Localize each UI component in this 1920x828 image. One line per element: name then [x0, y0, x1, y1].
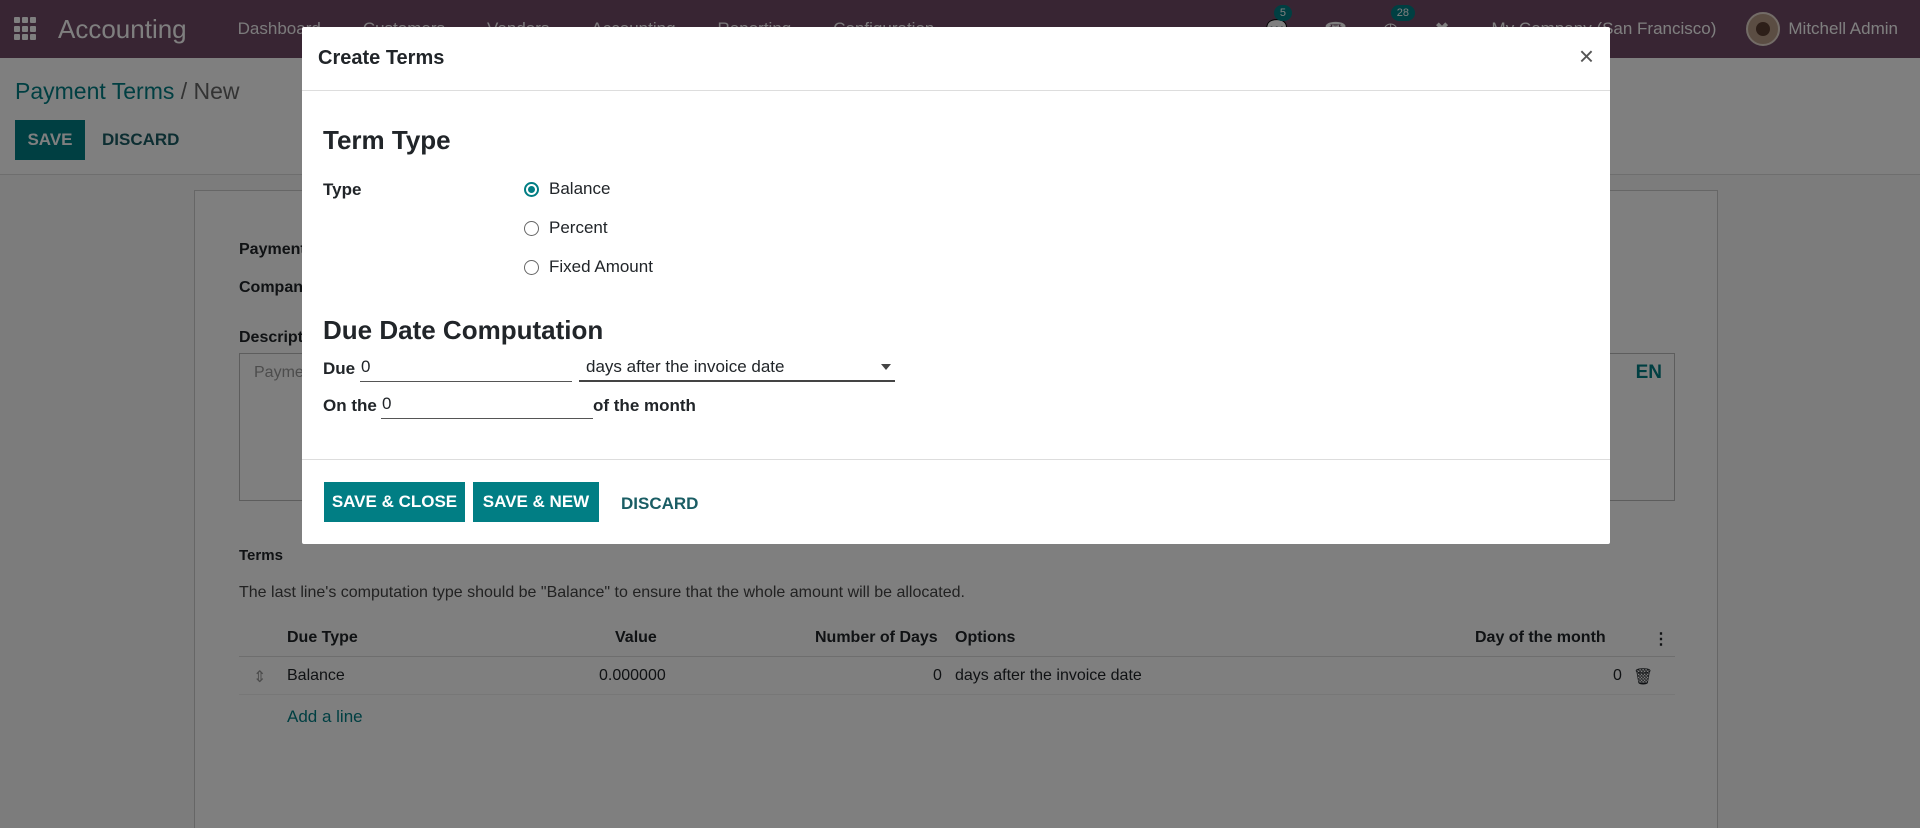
due-option-value: days after the invoice date	[586, 357, 785, 376]
due-label: Due	[323, 359, 356, 378]
radio-balance-label[interactable]: Balance	[549, 179, 610, 199]
term-type-title: Term Type	[323, 125, 451, 155]
save-close-button[interactable]: SAVE & CLOSE	[324, 482, 465, 522]
on-the-label: On the	[323, 396, 377, 415]
of-month-label: of the month	[593, 396, 696, 415]
type-label: Type	[323, 180, 362, 199]
modal-discard-button[interactable]: DISCARD	[621, 494, 698, 514]
modal-header: Create Terms ×	[302, 27, 1610, 91]
modal-footer: SAVE & CLOSE SAVE & NEW DISCARD	[302, 459, 1610, 544]
radio-balance-circle[interactable]	[524, 181, 539, 197]
radio-fixed-amount-circle[interactable]	[524, 259, 539, 275]
due-option-select[interactable]: days after the invoice date	[579, 354, 895, 382]
save-new-button[interactable]: SAVE & NEW	[473, 482, 599, 522]
radio-percent-circle[interactable]	[524, 220, 539, 236]
due-days-input[interactable]: 0	[360, 354, 572, 382]
radio-fixed-amount-label[interactable]: Fixed Amount	[549, 257, 653, 277]
radio-fixed-amount[interactable]: Fixed Amount	[524, 257, 653, 277]
create-terms-dialog: Create Terms × Term Type Type Balance Pe…	[302, 27, 1610, 544]
modal-title: Create Terms	[318, 47, 445, 69]
radio-percent[interactable]: Percent	[524, 218, 608, 238]
day-of-month-input[interactable]: 0	[381, 391, 593, 419]
due-date-title: Due Date Computation	[323, 315, 604, 345]
chevron-down-icon	[881, 364, 891, 370]
close-icon[interactable]: ×	[1579, 41, 1594, 72]
radio-balance[interactable]: Balance	[524, 179, 610, 199]
radio-percent-label[interactable]: Percent	[549, 218, 608, 238]
